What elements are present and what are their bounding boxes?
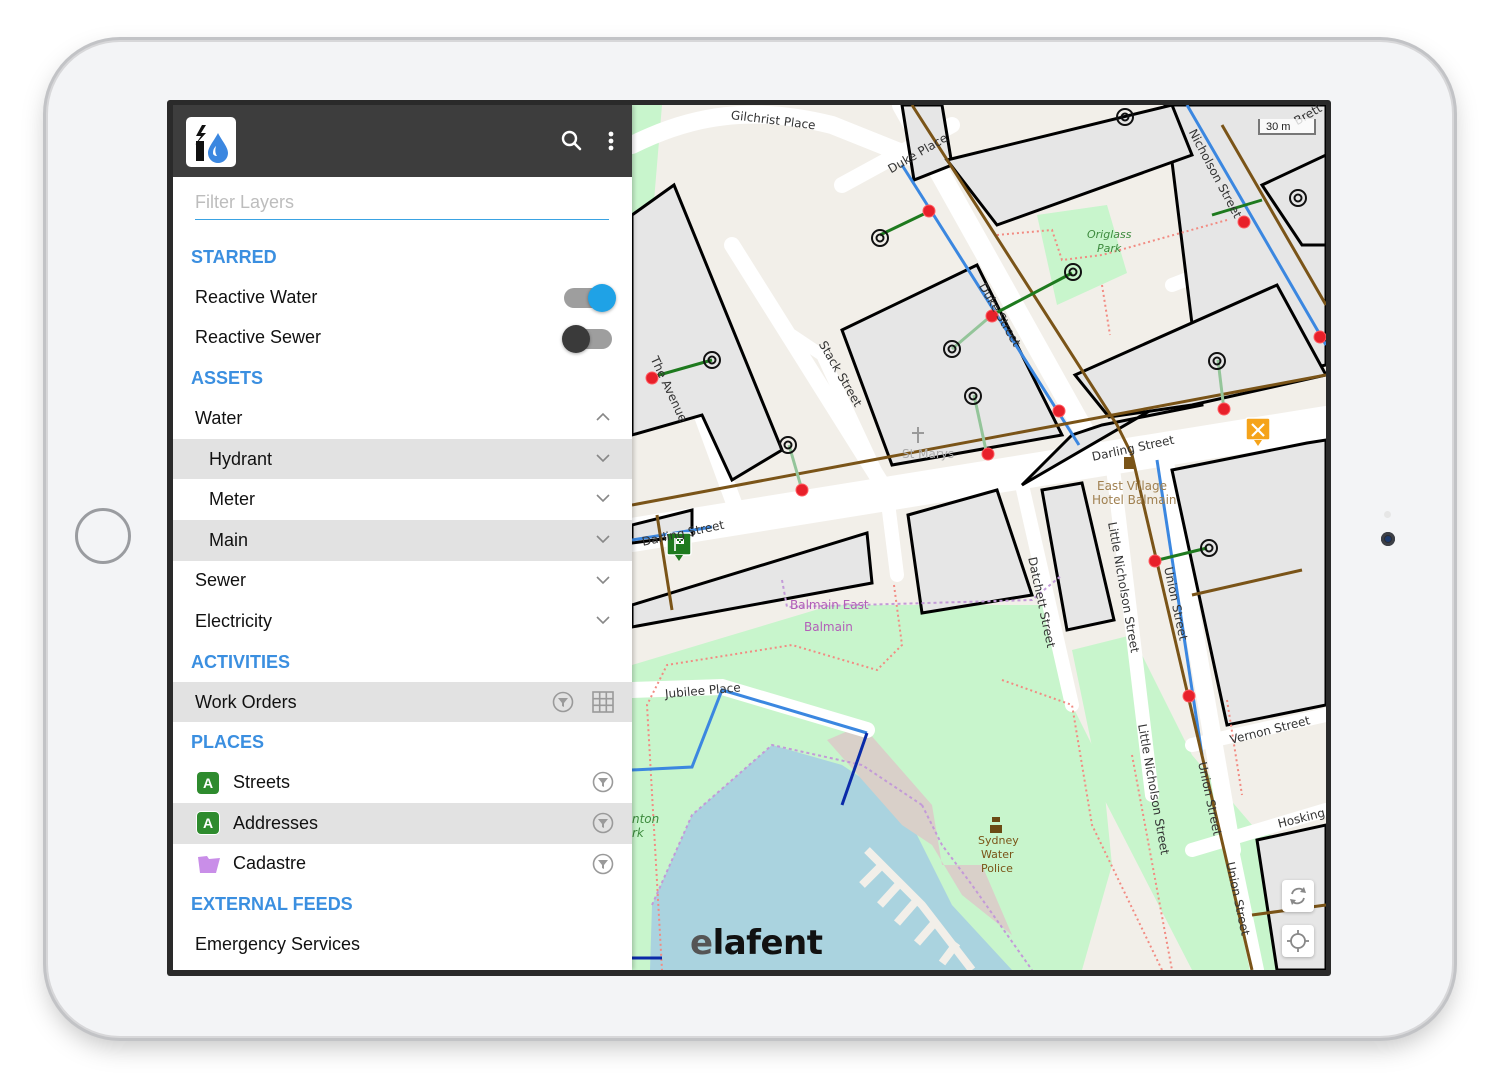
layer-label: Cadastre (233, 853, 307, 874)
brand-rest: lafent (712, 923, 823, 963)
front-camera (1381, 532, 1395, 546)
layer-label: Electricity (195, 610, 273, 631)
park-label: Origlass (1087, 228, 1132, 241)
pub-icon (1124, 457, 1134, 469)
section-activities: ACTIVITIES (191, 651, 291, 672)
elafent-brand-logo: elafent (690, 923, 823, 963)
search-icon (561, 130, 582, 151)
streets-badge-icon: A (197, 771, 219, 794)
chevron-down-icon[interactable] (596, 613, 610, 627)
poi-label: Water (981, 848, 1014, 861)
layer-main[interactable]: Main (173, 519, 632, 561)
chevron-down-icon[interactable] (596, 451, 610, 465)
home-button[interactable] (75, 508, 131, 564)
filter-icon[interactable] (552, 691, 574, 713)
suburb-label: Balmain East (790, 598, 869, 612)
map-view[interactable]: Gilchrist Place Duke Place Nicholson Str… (632, 105, 1326, 970)
layer-label: Meter (209, 489, 256, 510)
poi-label: Sydney (978, 834, 1019, 847)
layer-emergency-services[interactable]: Emergency Services (173, 924, 632, 965)
chevron-down-icon[interactable] (596, 573, 610, 587)
reactive-water-toggle[interactable] (564, 284, 616, 312)
chevron-down-icon[interactable] (596, 491, 610, 505)
work-order-tools-marker[interactable] (1245, 417, 1271, 447)
suburb-label: Balmain (804, 620, 853, 634)
brand-prefix: e (690, 923, 713, 963)
app-toolbar (173, 105, 632, 177)
lightning-water-drop-logo-icon (195, 125, 228, 163)
section-places: PLACES (191, 732, 265, 753)
layer-label: Addresses (233, 812, 319, 833)
app-logo[interactable] (186, 117, 236, 167)
origlass-park-area (1037, 205, 1127, 305)
layer-label: Emergency Services (195, 933, 361, 954)
layer-hydrant[interactable]: Hydrant (173, 438, 632, 480)
layer-reactive-water[interactable]: Reactive Water (173, 277, 632, 318)
map-scale-bar: 30 m (1258, 119, 1316, 135)
layer-group-electricity[interactable]: Electricity (173, 601, 632, 642)
poi-label: East Village (1097, 479, 1168, 493)
park-label: nton (632, 812, 660, 826)
poi-label: Police (981, 862, 1013, 875)
section-starred: STARRED (191, 247, 277, 267)
chevron-up-icon[interactable] (596, 410, 610, 424)
layer-label: Hydrant (209, 448, 273, 469)
layer-cadastre[interactable]: Cadastre (173, 844, 632, 885)
more-menu-button[interactable] (597, 127, 625, 155)
layer-reactive-sewer[interactable]: Reactive Sewer (173, 318, 632, 359)
filter-icon[interactable] (592, 853, 614, 875)
layer-meter[interactable]: Meter (173, 479, 632, 520)
layer-group-water[interactable]: Water (173, 398, 632, 439)
filter-layers-input[interactable] (195, 185, 609, 220)
layer-streets[interactable]: A Streets (173, 762, 632, 803)
layers-sidebar: STARRED Reactive Water Reactive Sewer AS… (173, 105, 632, 970)
park-label: rk (632, 826, 644, 840)
reactive-sewer-toggle[interactable] (562, 324, 616, 353)
layer-work-orders[interactable]: Work Orders (173, 681, 632, 723)
search-button[interactable] (558, 127, 586, 155)
layer-label: Streets (233, 772, 291, 793)
addresses-badge-icon: A (197, 812, 219, 835)
section-assets: ASSETS (191, 368, 264, 389)
layer-label: Water (195, 407, 243, 428)
filter-icon[interactable] (592, 771, 614, 793)
app-window: STARRED Reactive Water Reactive Sewer AS… (173, 105, 1326, 970)
layer-label: Sewer (195, 570, 247, 591)
refresh-icon (1290, 887, 1306, 905)
filter-icon[interactable] (592, 812, 614, 834)
church-label: St Marys (902, 447, 955, 461)
park-label: Park (1097, 242, 1122, 255)
layer-addresses[interactable]: A Addresses (173, 802, 632, 844)
more-vert-icon (608, 131, 614, 151)
layer-label: Main (209, 529, 249, 550)
section-external-feeds: EXTERNAL FEEDS (191, 894, 353, 915)
locate-button[interactable] (1282, 925, 1314, 957)
grid-icon[interactable] (592, 690, 614, 713)
cadastre-polygon-icon (198, 855, 220, 873)
chevron-down-icon[interactable] (596, 532, 610, 546)
light-sensor (1384, 511, 1391, 518)
locate-icon (1287, 930, 1309, 952)
refresh-button[interactable] (1282, 880, 1314, 912)
layer-group-sewer[interactable]: Sewer (173, 561, 632, 602)
filter-layers-container (173, 177, 632, 237)
poi-label: Hotel Balmain (1092, 493, 1177, 507)
